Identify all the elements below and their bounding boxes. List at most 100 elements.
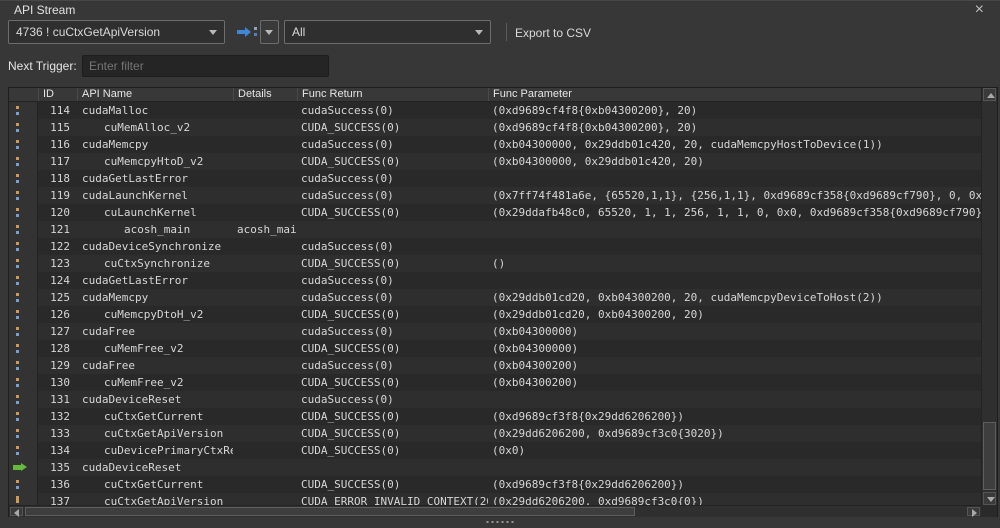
api-call-marker-icon	[9, 340, 38, 357]
scroll-down-button[interactable]	[983, 492, 996, 505]
col-id[interactable]: ID	[38, 88, 77, 101]
row-func-parameter: (0xd9689cf4f8{0xb04300200}, 20)	[488, 102, 981, 119]
row-id: 119	[38, 187, 77, 204]
row-api-name: cuMemAlloc_v2	[77, 119, 233, 136]
table-header[interactable]: ID API Name Details Func Return Func Par…	[9, 88, 981, 102]
row-func-return: CUDA_SUCCESS(0)	[297, 153, 488, 170]
trigger-filter-input[interactable]	[82, 55, 329, 77]
scroll-left-button[interactable]	[10, 507, 23, 516]
table-row[interactable]: 116cudaMemcpycudaSuccess(0)(0xb04300000,…	[9, 136, 981, 153]
table-row[interactable]: 118cudaGetLastErrorcudaSuccess(0)	[9, 170, 981, 187]
row-id: 131	[38, 391, 77, 408]
row-id: 124	[38, 272, 77, 289]
vertical-scroll-thumb[interactable]	[983, 422, 996, 490]
row-func-parameter: (0xb04300200)	[488, 374, 981, 391]
row-api-name: cudaMalloc	[77, 102, 233, 119]
row-api-name: cuCtxSynchronize	[77, 255, 233, 272]
table-row[interactable]: 131cudaDeviceResetcudaSuccess(0)	[9, 391, 981, 408]
row-func-return: CUDA_SUCCESS(0)	[297, 306, 488, 323]
table-row[interactable]: 128cuMemFree_v2CUDA_SUCCESS(0)(0xb043000…	[9, 340, 981, 357]
row-id: 116	[38, 136, 77, 153]
row-func-parameter: (0xd9689cf3f8{0x29dd6206200})	[488, 476, 981, 493]
table-row[interactable]: 115cuMemAlloc_v2CUDA_SUCCESS(0)(0xd9689c…	[9, 119, 981, 136]
row-func-parameter: (0xb04300000)	[488, 323, 981, 340]
splitter-grip-icon	[487, 521, 514, 523]
table-row[interactable]: 126cuMemcpyDtoH_v2CUDA_SUCCESS(0)(0x29dd…	[9, 306, 981, 323]
col-func-parameter[interactable]: Func Parameter	[488, 88, 981, 101]
row-details	[233, 187, 297, 204]
row-id: 136	[38, 476, 77, 493]
row-func-parameter: (0x29ddafb48c0, 65520, 1, 1, 256, 1, 1, …	[488, 204, 981, 221]
row-id: 118	[38, 170, 77, 187]
close-icon[interactable]: ×	[975, 1, 984, 19]
table-row[interactable]: 136cuCtxGetCurrentCUDA_SUCCESS(0)(0xd968…	[9, 476, 981, 493]
row-details	[233, 204, 297, 221]
row-api-name: cudaGetLastError	[77, 272, 233, 289]
row-func-parameter: (0xb04300200)	[488, 357, 981, 374]
row-func-parameter: (0x29ddb01cd20, 0xb04300200, 20, cudaMem…	[488, 289, 981, 306]
jump-options-dropdown[interactable]	[260, 20, 279, 44]
table-row[interactable]: 114cudaMalloccudaSuccess(0)(0xd9689cf4f8…	[9, 102, 981, 119]
table-row[interactable]: 121acosh_mainacosh_main	[9, 221, 981, 238]
row-api-name: cudaLaunchKernel	[77, 187, 233, 204]
row-func-parameter	[488, 272, 981, 289]
table-row[interactable]: 125cudaMemcpycudaSuccess(0)(0x29ddb01cd2…	[9, 289, 981, 306]
horizontal-scrollbar[interactable]	[9, 505, 981, 517]
table-row[interactable]: 137cuCtxGetApiVersionCUDA_ERROR_INVALID_…	[9, 493, 981, 505]
row-api-name: cudaDeviceReset	[77, 391, 233, 408]
col-details[interactable]: Details	[233, 88, 297, 101]
row-func-return: CUDA_SUCCESS(0)	[297, 374, 488, 391]
table-row[interactable]: 119cudaLaunchKernelcudaSuccess(0)(0x7ff7…	[9, 187, 981, 204]
row-details	[233, 255, 297, 272]
api-call-marker-icon	[9, 357, 38, 374]
table-row[interactable]: 117cuMemcpyHtoD_v2CUDA_SUCCESS(0)(0xb043…	[9, 153, 981, 170]
row-func-parameter: (0x29dd6206200, 0xd9689cf3c0{0})	[488, 493, 981, 505]
table-row[interactable]: 132cuCtxGetCurrentCUDA_SUCCESS(0)(0xd968…	[9, 408, 981, 425]
table-row[interactable]: 127cudaFreecudaSuccess(0)(0xb04300000)	[9, 323, 981, 340]
table-row[interactable]: 129cudaFreecudaSuccess(0)(0xb04300200)	[9, 357, 981, 374]
row-func-return: cudaSuccess(0)	[297, 170, 488, 187]
col-marker[interactable]	[9, 88, 38, 101]
row-func-parameter: (0x29dd6206200, 0xd9689cf3c0{3020})	[488, 425, 981, 442]
scroll-right-button[interactable]	[967, 507, 980, 516]
row-api-name: cuDevicePrimaryCtxRe…	[77, 442, 233, 459]
scroll-up-button[interactable]	[983, 88, 996, 101]
table-row[interactable]: 134cuDevicePrimaryCtxRe…CUDA_SUCCESS(0)(…	[9, 442, 981, 459]
row-api-name: cudaMemcpy	[77, 289, 233, 306]
api-filter-combo[interactable]: All	[284, 20, 491, 44]
table-body: 114cudaMalloc cudaSuccess(0) (0xd9689cf4f8…	[9, 102, 981, 505]
api-call-marker-icon	[9, 221, 38, 238]
col-api-name[interactable]: API Name	[77, 88, 233, 101]
table-row[interactable]: 130cuMemFree_v2CUDA_SUCCESS(0)(0xb043002…	[9, 374, 981, 391]
row-api-name: cudaMemcpy	[77, 136, 233, 153]
row-api-name: cudaDeviceReset	[77, 459, 233, 476]
table-row[interactable]: 122cudaDeviceSynchronizecudaSuccess(0)	[9, 238, 981, 255]
table-row[interactable]: 120cuLaunchKernelCUDA_SUCCESS(0)(0x29dda…	[9, 204, 981, 221]
table-row[interactable]: 133cuCtxGetApiVersionCUDA_SUCCESS(0)(0x2…	[9, 425, 981, 442]
row-details	[233, 289, 297, 306]
row-details	[233, 323, 297, 340]
vertical-scrollbar[interactable]	[981, 88, 997, 505]
row-api-name: cuLaunchKernel	[77, 204, 233, 221]
row-details	[233, 408, 297, 425]
row-func-return: cudaSuccess(0)	[297, 323, 488, 340]
row-id: 114	[38, 102, 77, 119]
row-api-name: cuMemFree_v2	[77, 374, 233, 391]
table-row[interactable]: 135cudaDeviceReset	[9, 459, 981, 476]
row-id: 126	[38, 306, 77, 323]
export-to-csv-button[interactable]: Export to CSV	[515, 26, 591, 40]
api-call-marker-icon	[9, 408, 38, 425]
row-id: 129	[38, 357, 77, 374]
table-row[interactable]: 123cuCtxSynchronizeCUDA_SUCCESS(0)()	[9, 255, 981, 272]
horizontal-scroll-thumb[interactable]	[25, 507, 635, 516]
event-selector-combo[interactable]: 4736 ! cuCtxGetApiVersion	[8, 20, 225, 44]
row-id: 132	[38, 408, 77, 425]
resize-splitter[interactable]	[0, 517, 1000, 528]
row-func-return: CUDA_ERROR_INVALID_CONTEXT(201)	[297, 493, 488, 505]
triangle-right-icon	[972, 509, 977, 517]
row-details	[233, 153, 297, 170]
row-details	[233, 170, 297, 187]
jump-to-event-icon[interactable]	[237, 25, 259, 39]
col-func-return[interactable]: Func Return	[297, 88, 488, 101]
table-row[interactable]: 124cudaGetLastErrorcudaSuccess(0)	[9, 272, 981, 289]
